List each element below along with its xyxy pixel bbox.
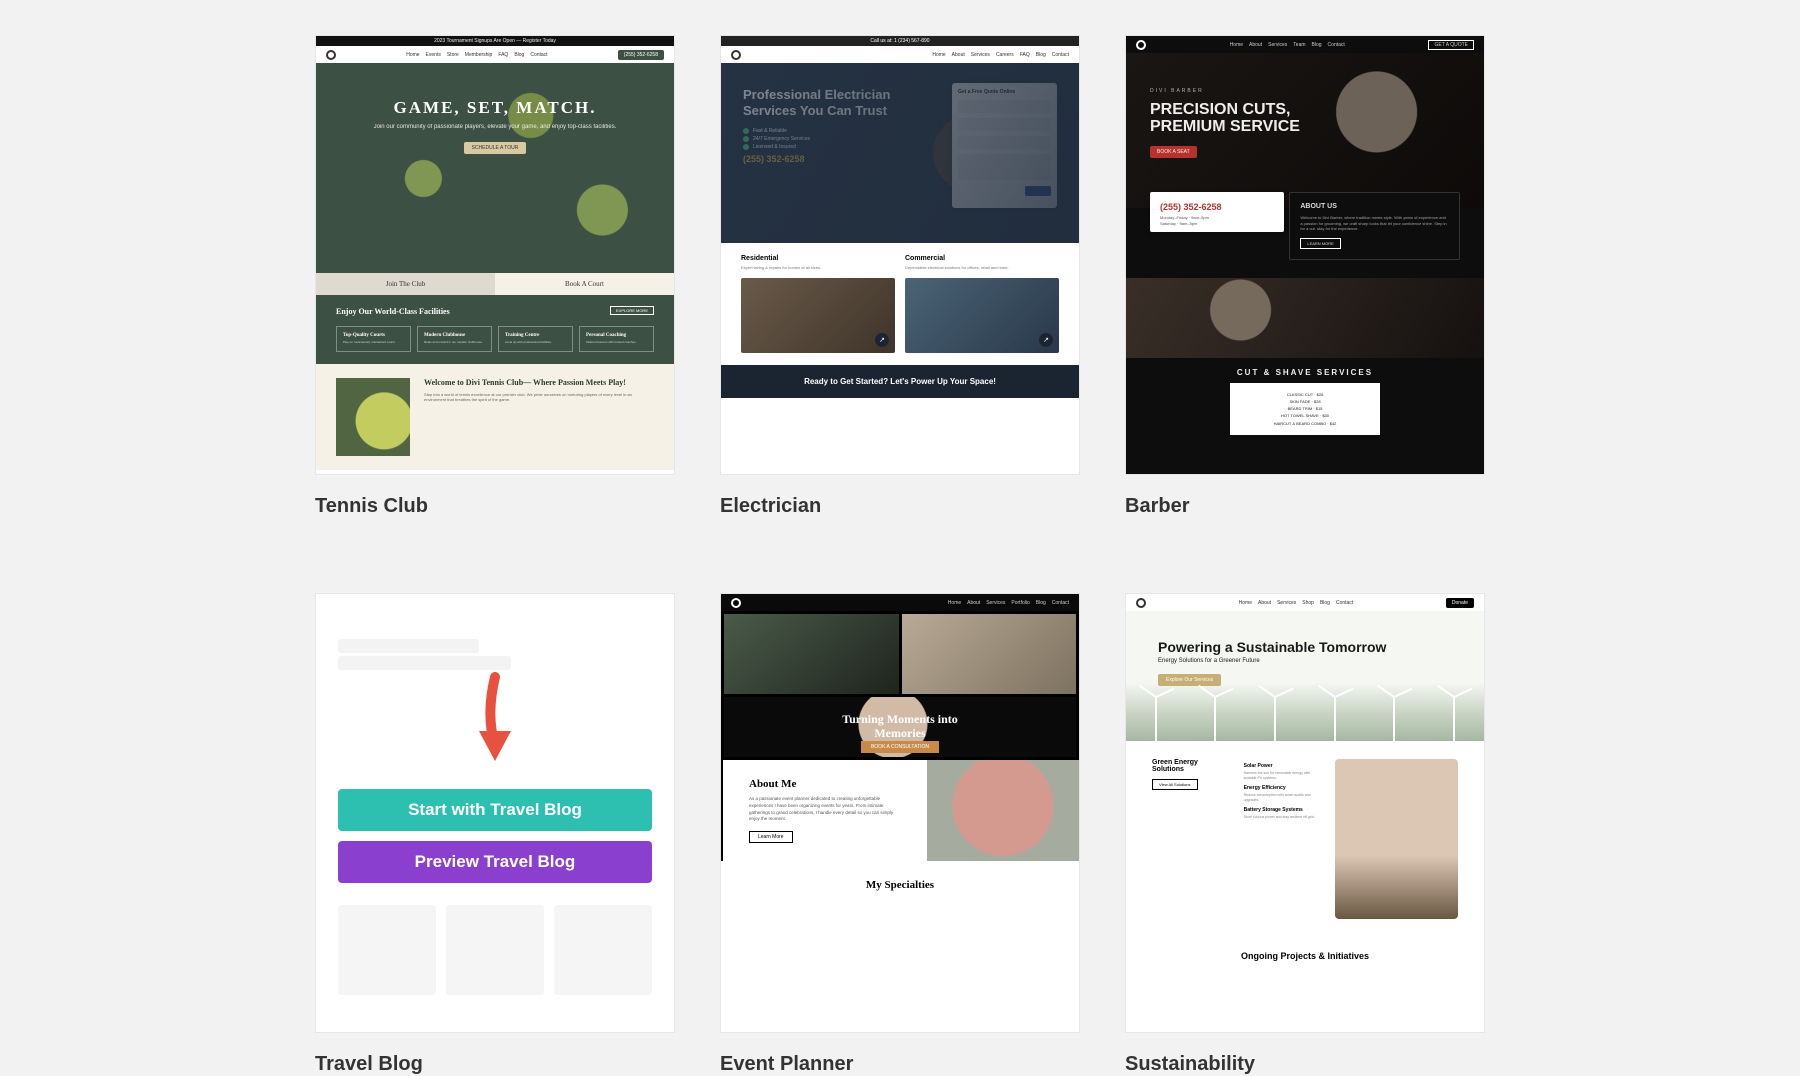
template-thumbnail-hover: Start with Travel Blog Preview Travel Bl… [315,593,675,1033]
template-title: Tennis Club [315,495,675,518]
divi-logo-icon [1136,598,1146,608]
placeholder-block [338,905,436,995]
thumb-nav: HomeAboutServicesShopBlogContact Donate [1126,594,1484,611]
arrow-icon: ↗ [875,333,889,347]
wind-turbines-icon [1126,681,1484,741]
divi-logo-icon [326,50,336,60]
thumb-topbar: 2023 Tournament Signups Are Open — Regis… [316,36,674,46]
start-with-template-button[interactable]: Start with Travel Blog [338,789,652,831]
divi-logo-icon [731,598,741,608]
arrow-icon: ↗ [1039,333,1053,347]
divi-logo-icon [1136,40,1146,50]
tennis-ball-image [336,378,410,456]
template-thumbnail: 2023 Tournament Signups Are Open — Regis… [315,35,675,475]
template-card-tennis-club[interactable]: 2023 Tournament Signups Are Open — Regis… [315,35,675,518]
hero-overlay: Turning Moments intoMemories BOOK A CONS… [724,697,1076,757]
thumb-nav: HomeAboutServicesPortfolioBlogContact [721,594,1079,611]
landscape-image [1335,759,1458,919]
template-thumbnail: HomeAboutServicesShopBlogContact Donate … [1125,593,1485,1033]
pointer-arrow-icon [338,671,652,771]
template-card-electrician[interactable]: Call us at: 1 (234) 567-890 HomeAboutSer… [720,35,1080,518]
divi-logo-icon [731,50,741,60]
template-card-travel-blog[interactable]: Start with Travel Blog Preview Travel Bl… [315,593,675,1076]
template-title: Sustainability [1125,1053,1485,1076]
template-thumbnail: HomeAboutServicesPortfolioBlogContact Tu… [720,593,1080,1033]
template-title: Event Planner [720,1053,1080,1076]
send-button [1025,186,1051,196]
barber-action-image [1126,278,1484,358]
template-title: Barber [1125,495,1485,518]
thumb-topbar: Call us at: 1 (234) 567-890 [721,36,1079,46]
template-title: Travel Blog [315,1053,675,1076]
thumb-nav: HomeEventsStoreMembershipFAQBlogContact … [316,46,674,63]
template-thumbnail: HomeAboutServicesTeamBlogContact GET A Q… [1125,35,1485,475]
commercial-image: ↗ [905,278,1059,353]
placeholder-block [554,905,652,995]
thumb-nav: HomeAboutServicesTeamBlogContact GET A Q… [1126,36,1484,53]
thumb-hero: GAME, SET, MATCH. Join our community of … [316,63,674,273]
gallery-image [724,614,899,694]
residential-image: ↗ [741,278,895,353]
planner-portrait-image [927,760,1079,861]
template-card-barber[interactable]: HomeAboutServicesTeamBlogContact GET A Q… [1125,35,1485,518]
gallery-image [902,614,1077,694]
template-title: Electrician [720,495,1080,518]
template-card-sustainability[interactable]: HomeAboutServicesShopBlogContact Donate … [1125,593,1485,1076]
quote-form: Get a Free Quote Online [952,83,1057,208]
preview-template-button[interactable]: Preview Travel Blog [338,841,652,883]
template-thumbnail: Call us at: 1 (234) 567-890 HomeAboutSer… [720,35,1080,475]
placeholder-block [446,905,544,995]
template-card-event-planner[interactable]: HomeAboutServicesPortfolioBlogContact Tu… [720,593,1080,1076]
